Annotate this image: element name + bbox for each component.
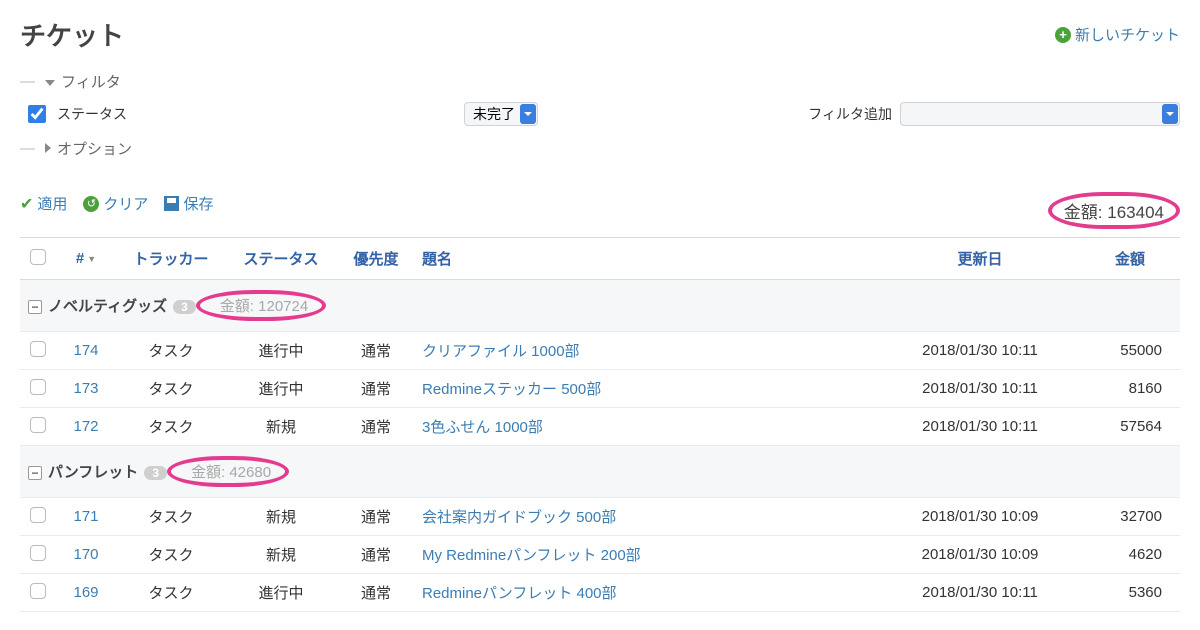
add-filter-select[interactable]: [900, 102, 1180, 126]
check-icon: ✔: [20, 194, 33, 214]
issue-priority: 通常: [336, 498, 416, 536]
issue-tracker: タスク: [116, 498, 226, 536]
issue-tracker: タスク: [116, 536, 226, 574]
row-checkbox[interactable]: [30, 417, 46, 433]
issue-priority: 通常: [336, 370, 416, 408]
filters-label: フィルタ: [61, 71, 121, 92]
column-updated[interactable]: 更新日: [880, 238, 1080, 280]
issue-status: 進行中: [226, 332, 336, 370]
issue-priority: 通常: [336, 332, 416, 370]
table-row: 171タスク新規通常会社案内ガイドブック 500部2018/01/30 10:0…: [20, 498, 1180, 536]
options-label: オプション: [57, 138, 132, 159]
issue-status: 進行中: [226, 370, 336, 408]
new-ticket-button[interactable]: + 新しいチケット: [1055, 24, 1180, 45]
issue-status: 新規: [226, 498, 336, 536]
issue-updated: 2018/01/30 10:11: [880, 408, 1080, 446]
group-amount: 金額: 42680: [191, 464, 271, 481]
issue-amount: 5360: [1080, 574, 1180, 612]
options-toggle[interactable]: — オプション: [20, 138, 1180, 159]
row-checkbox[interactable]: [30, 583, 46, 599]
group-amount: 金額: 120724: [220, 298, 308, 315]
issue-amount: 57564: [1080, 408, 1180, 446]
row-checkbox[interactable]: [30, 341, 46, 357]
collapse-icon[interactable]: −: [28, 300, 42, 314]
issue-priority: 通常: [336, 536, 416, 574]
group-row[interactable]: −パンフレット 3 金額: 42680: [20, 446, 1180, 498]
issue-tracker: タスク: [116, 408, 226, 446]
page-title: チケット: [20, 16, 124, 53]
issue-id[interactable]: 170: [56, 536, 116, 574]
issue-id[interactable]: 174: [56, 332, 116, 370]
group-count: 3: [144, 466, 167, 480]
row-checkbox[interactable]: [30, 507, 46, 523]
issue-status: 新規: [226, 536, 336, 574]
chevron-down-icon: [45, 73, 55, 90]
group-name: パンフレット: [48, 464, 138, 481]
issue-subject[interactable]: Redmineステッカー 500部: [416, 370, 880, 408]
select-all-checkbox[interactable]: [30, 249, 46, 265]
issue-amount: 8160: [1080, 370, 1180, 408]
issue-id[interactable]: 172: [56, 408, 116, 446]
add-filter-label: フィルタ追加: [808, 104, 892, 124]
table-row: 173タスク進行中通常Redmineステッカー 500部2018/01/30 1…: [20, 370, 1180, 408]
status-filter-checkbox[interactable]: [28, 105, 46, 123]
table-row: 170タスク新規通常My Redmineパンフレット 200部2018/01/3…: [20, 536, 1180, 574]
group-row[interactable]: −ノベルティグッズ 3 金額: 120724: [20, 280, 1180, 332]
row-checkbox[interactable]: [30, 545, 46, 561]
row-checkbox[interactable]: [30, 379, 46, 395]
issue-subject[interactable]: 3色ふせん 1000部: [416, 408, 880, 446]
column-subject[interactable]: 題名: [416, 238, 880, 280]
issue-id[interactable]: 173: [56, 370, 116, 408]
issue-status: 進行中: [226, 574, 336, 612]
reload-icon: ↺: [83, 196, 99, 212]
issue-priority: 通常: [336, 408, 416, 446]
issue-updated: 2018/01/30 10:11: [880, 574, 1080, 612]
group-name: ノベルティグッズ: [48, 298, 167, 315]
apply-button[interactable]: ✔ 適用: [20, 193, 67, 214]
issue-priority: 通常: [336, 574, 416, 612]
issue-amount: 32700: [1080, 498, 1180, 536]
issue-amount: 4620: [1080, 536, 1180, 574]
issue-id[interactable]: 171: [56, 498, 116, 536]
issue-id[interactable]: 169: [56, 574, 116, 612]
save-icon: [164, 196, 179, 211]
issue-updated: 2018/01/30 10:09: [880, 498, 1080, 536]
issue-subject[interactable]: クリアファイル 1000部: [416, 332, 880, 370]
issue-tracker: タスク: [116, 370, 226, 408]
clear-button[interactable]: ↺ クリア: [83, 193, 148, 214]
table-row: 169タスク進行中通常Redmineパンフレット 400部2018/01/30 …: [20, 574, 1180, 612]
column-priority[interactable]: 優先度: [336, 238, 416, 280]
chevron-right-icon: [45, 140, 51, 157]
status-filter-select[interactable]: 未完了: [464, 102, 538, 126]
issue-amount: 55000: [1080, 332, 1180, 370]
issue-updated: 2018/01/30 10:09: [880, 536, 1080, 574]
table-row: 172タスク新規通常3色ふせん 1000部2018/01/30 10:11575…: [20, 408, 1180, 446]
collapse-icon[interactable]: −: [28, 466, 42, 480]
column-amount[interactable]: 金額: [1080, 238, 1180, 280]
issue-status: 新規: [226, 408, 336, 446]
issue-tracker: タスク: [116, 332, 226, 370]
issues-table: # トラッカー ステータス 優先度 題名 更新日 金額 −ノベルティグッズ3金額…: [20, 237, 1180, 612]
issue-tracker: タスク: [116, 574, 226, 612]
save-button[interactable]: 保存: [164, 193, 213, 214]
issue-subject[interactable]: Redmineパンフレット 400部: [416, 574, 880, 612]
group-count: 3: [173, 300, 196, 314]
column-tracker[interactable]: トラッカー: [116, 238, 226, 280]
issue-subject[interactable]: My Redmineパンフレット 200部: [416, 536, 880, 574]
table-row: 174タスク進行中通常クリアファイル 1000部2018/01/30 10:11…: [20, 332, 1180, 370]
issue-updated: 2018/01/30 10:11: [880, 332, 1080, 370]
column-id[interactable]: #: [56, 238, 116, 280]
filters-toggle[interactable]: — フィルタ: [20, 71, 1180, 92]
column-status[interactable]: ステータス: [226, 238, 336, 280]
plus-icon: +: [1055, 27, 1071, 43]
new-ticket-label: 新しいチケット: [1075, 24, 1180, 45]
issue-subject[interactable]: 会社案内ガイドブック 500部: [416, 498, 880, 536]
issue-updated: 2018/01/30 10:11: [880, 370, 1080, 408]
status-filter-label: ステータス: [57, 104, 127, 124]
